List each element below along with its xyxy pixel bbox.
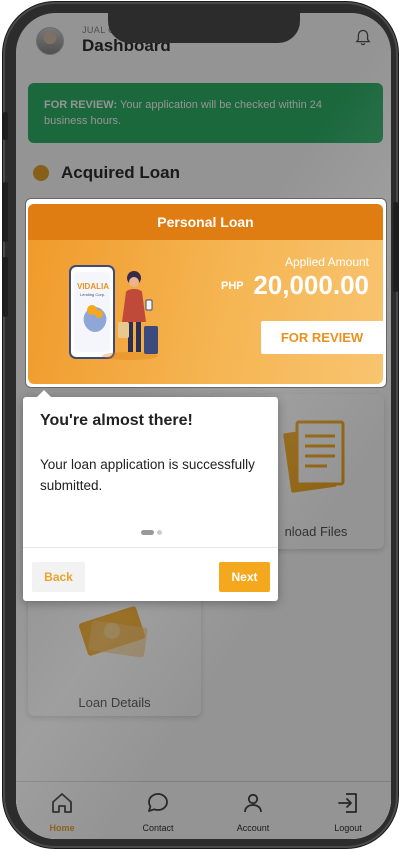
popup-body: Your loan application is successfully su… [40, 457, 255, 493]
currency-label: PHP [221, 280, 244, 292]
phone-side-button [3, 257, 8, 317]
phone-power-button [393, 202, 398, 292]
for-review-button[interactable]: FOR REVIEW [261, 321, 383, 354]
phone-screen: JUAL CRUZ Dashboard FOR REVIEW: Your app… [16, 13, 391, 839]
loan-card-title: Personal Loan [28, 204, 383, 240]
personal-loan-card[interactable]: Personal Loan VIDALIA Lending Corp. Appl… [28, 204, 383, 384]
brand-logo-subtext: Lending Corp. [80, 292, 106, 297]
phone-side-button [3, 112, 8, 140]
tour-popup: You're almost there! Your loan applicati… [23, 390, 278, 601]
phone-notch [108, 13, 300, 43]
brand-logo-text: VIDALIA [77, 282, 109, 291]
applied-amount-label: Applied Amount [284, 255, 369, 269]
phone-frame: JUAL CRUZ Dashboard FOR REVIEW: Your app… [3, 2, 398, 848]
phone-side-button [3, 182, 8, 242]
popup-pointer [37, 390, 51, 397]
loan-illustration: VIDALIA Lending Corp. [68, 260, 168, 362]
popup-title: You're almost there! [40, 412, 193, 429]
phone-woman-illustration [69, 265, 158, 360]
applied-amount-value: 20,000.00 [253, 270, 369, 300]
popup-divider [23, 547, 278, 548]
pagination-dots [141, 530, 162, 536]
next-button[interactable]: Next [219, 562, 270, 592]
pagination-dot-active [141, 530, 154, 535]
back-button[interactable]: Back [32, 562, 85, 592]
pagination-dot [157, 530, 162, 535]
